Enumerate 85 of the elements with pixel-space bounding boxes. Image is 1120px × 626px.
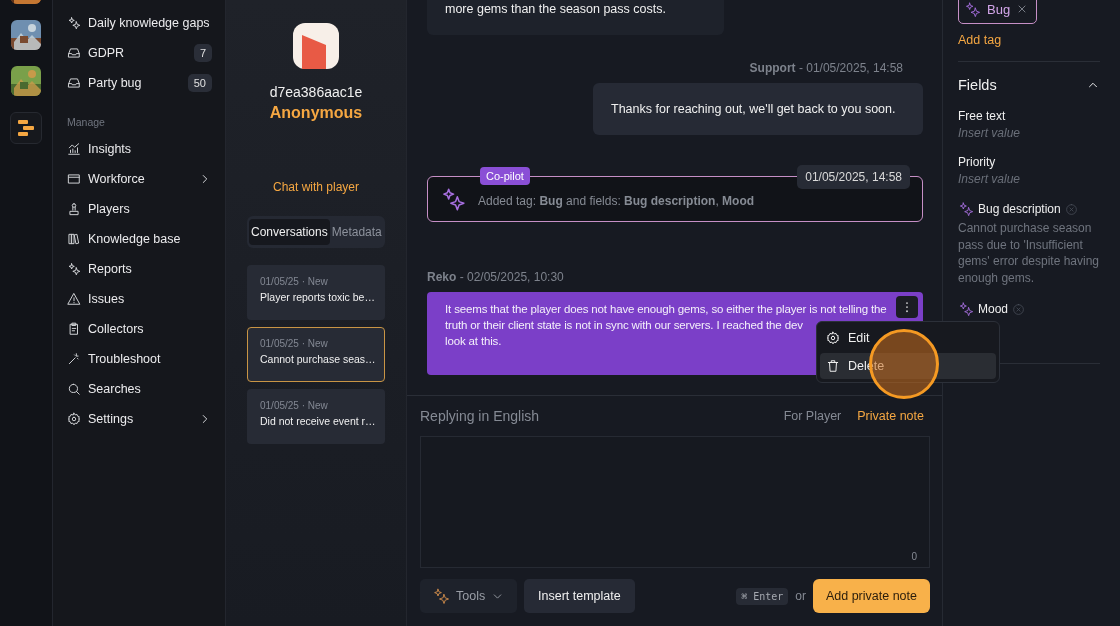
clipboard-icon bbox=[67, 322, 81, 336]
message-bubble: more gems than the season pass costs. bbox=[427, 0, 724, 35]
count-badge: 50 bbox=[187, 74, 212, 92]
tab[interactable]: Conversations bbox=[249, 219, 330, 245]
warning-icon bbox=[67, 292, 81, 306]
settings-icon bbox=[67, 412, 81, 426]
field-label: Priority bbox=[958, 155, 996, 169]
field-label: Free text bbox=[958, 109, 1006, 123]
section-title: Fields bbox=[958, 77, 997, 93]
inbox-icon bbox=[67, 76, 81, 90]
nav-item[interactable]: Knowledge base bbox=[67, 224, 225, 254]
nav-item[interactable]: Collectors bbox=[67, 314, 225, 344]
nav-item[interactable]: Reports bbox=[67, 254, 225, 284]
message-meta: Reko - 02/05/2025, 10:30 bbox=[427, 270, 565, 284]
sparkle-icon bbox=[67, 16, 81, 30]
tab[interactable]: Metadata bbox=[329, 219, 384, 245]
person-icon bbox=[67, 202, 81, 216]
sparkle-icon bbox=[958, 301, 974, 317]
message-text: truth or their client state is not in sync with our servers. I reached the dev bbox=[445, 318, 803, 333]
message-text: It seems that the player does not have enough gems, so either the player is not telling the bbox=[445, 302, 887, 317]
nav-item[interactable]: Daily knowledge gaps bbox=[67, 8, 225, 38]
message-bubble: Thanks for reaching out, we'll get back to you soon. bbox=[593, 83, 923, 135]
books-icon bbox=[67, 232, 81, 246]
or-label: or bbox=[795, 589, 806, 603]
message-text: look at this. bbox=[445, 334, 502, 349]
mode-tab[interactable]: Private note bbox=[857, 409, 924, 423]
sparkle-icon bbox=[432, 587, 450, 605]
nav-item[interactable]: GDPR 7 bbox=[67, 38, 225, 68]
sparkle-icon bbox=[440, 186, 466, 212]
timestamp: 01/05/2025, 14:58 bbox=[797, 165, 910, 189]
more-button[interactable] bbox=[896, 296, 918, 318]
app-logo[interactable] bbox=[10, 112, 42, 144]
avatar-icon bbox=[293, 23, 339, 69]
nav-item[interactable]: Insights bbox=[67, 134, 225, 164]
nav-item[interactable]: Troubleshoot bbox=[67, 344, 225, 374]
wand-icon bbox=[67, 352, 81, 366]
chat-link[interactable]: Chat with player bbox=[272, 180, 359, 194]
player-name: Anonymous bbox=[269, 104, 363, 122]
conversation-title: Did not receive event r… bbox=[260, 415, 372, 427]
field-label: Mood bbox=[978, 302, 1009, 316]
search-icon bbox=[67, 382, 81, 396]
conversation-card[interactable]: 01/05/25 · New Cannot purchase seas… bbox=[247, 327, 385, 382]
tools-button[interactable]: Tools bbox=[420, 579, 517, 613]
logo-icon bbox=[16, 118, 36, 138]
character-counter: 0 bbox=[911, 551, 917, 562]
conversation-meta: 01/05/25 · New bbox=[260, 276, 329, 287]
settings-icon bbox=[826, 331, 840, 345]
nav-item[interactable]: Players bbox=[67, 194, 225, 224]
nav-item[interactable]: Settings bbox=[67, 404, 225, 434]
nav-item[interactable]: Issues bbox=[67, 284, 225, 314]
nav-item[interactable]: Party bug 50 bbox=[67, 68, 225, 98]
player-id: d7ea386aac1e bbox=[269, 84, 363, 100]
chart-icon bbox=[67, 142, 81, 156]
insert-template-button[interactable]: Insert template bbox=[524, 579, 635, 613]
keyboard-shortcut: ⌘ Enter bbox=[736, 587, 789, 605]
count-badge: 7 bbox=[193, 44, 212, 62]
sparkle-icon bbox=[964, 0, 981, 18]
mode-tab[interactable]: For Player bbox=[783, 409, 842, 423]
conversation-card[interactable]: 01/05/25 · New Player reports toxic be… bbox=[247, 265, 385, 320]
nav-item[interactable]: Workforce bbox=[67, 164, 225, 194]
window-icon bbox=[67, 172, 81, 186]
reply-field[interactable]: 0 bbox=[420, 436, 930, 568]
menu-item[interactable]: Edit bbox=[820, 325, 996, 351]
conversation-card[interactable]: 01/05/25 · New Did not receive event r… bbox=[247, 389, 385, 444]
conversation-meta: 01/05/25 · New bbox=[260, 400, 329, 411]
conversation-title: Player reports toxic be… bbox=[260, 291, 372, 303]
section-heading: Manage bbox=[67, 116, 106, 130]
add-tag-link[interactable]: Add tag bbox=[958, 33, 1100, 47]
nav-item[interactable]: Searches bbox=[67, 374, 225, 404]
trash-icon bbox=[826, 359, 840, 373]
field-value[interactable]: Cannot purchase season pass due to 'Insufficient gems' error despite having enough gems. bbox=[958, 220, 1100, 286]
field-value[interactable]: Insert value bbox=[958, 126, 1100, 140]
sparkle-icon bbox=[958, 201, 974, 217]
reply-language: Replying in English bbox=[420, 408, 541, 424]
inbox-icon bbox=[67, 46, 81, 60]
field-label: Bug description bbox=[978, 202, 1061, 216]
copilot-text: Added tag: Bug and fields: Bug description, Mood bbox=[478, 194, 755, 208]
add-note-button[interactable]: Add private note bbox=[812, 579, 930, 613]
copilot-badge: Co-pilot bbox=[480, 167, 530, 185]
conversation-title: Cannot purchase seas… bbox=[260, 353, 372, 365]
sparkle-icon bbox=[67, 262, 81, 276]
conversation-meta: 01/05/25 · New bbox=[260, 338, 329, 349]
field-value[interactable]: Insert value bbox=[958, 172, 1100, 186]
tag-label: Bug bbox=[987, 1, 1011, 17]
message-meta: Support - 01/05/2025, 14:58 bbox=[748, 61, 904, 75]
